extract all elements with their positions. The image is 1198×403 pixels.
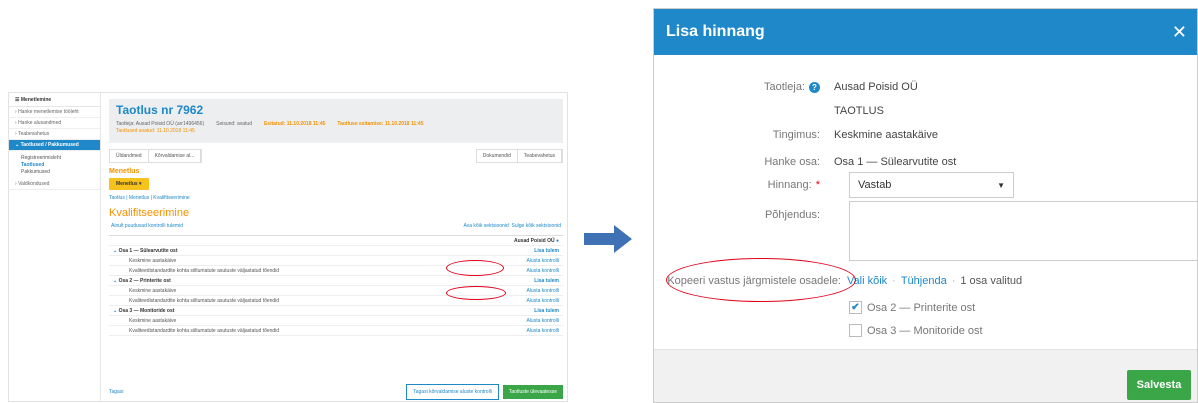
- add-rating-modal: Lisa hinnang ✕ Taotleja:? Ausad Poisid O…: [653, 8, 1198, 403]
- main-content: Taotlus nr 7962 Taotleja: Ausad Poisid O…: [109, 99, 563, 400]
- tab-documents[interactable]: Dokumendid: [477, 150, 518, 162]
- lot-value: Osa 1 — Sülearvutite ost: [834, 156, 957, 168]
- sidebar-subitem[interactable]: Registreerimisleht: [9, 154, 100, 161]
- company-header: Ausad Poisid OÜ ●: [109, 236, 563, 246]
- condition-row: Tingimus: Keskmine aastakäive: [654, 125, 1197, 145]
- application-header: Taotlus nr 7962 Taotleja: Ausad Poisid O…: [109, 99, 563, 143]
- tab-general[interactable]: Üldandmed: [110, 150, 149, 162]
- breadcrumb[interactable]: Taotlus | Menetlus | Kvalifitseerimine: [109, 195, 563, 201]
- section-tools: Ainult puuduvad kontrolli tulemid Ava kõ…: [109, 223, 563, 229]
- lot-label: Hanke osa:: [764, 156, 820, 168]
- qualification-heading: Kvalifitseerimine: [109, 207, 190, 219]
- procedure-dropdown-button[interactable]: Menetlus ▾: [109, 178, 149, 190]
- sidebar-header: ☰ Menetlemine: [9, 93, 100, 107]
- application-meta: Taotleja: Ausad Poisid OÜ (arr1496456) S…: [116, 121, 556, 127]
- type-row: TAOTLUS: [654, 101, 1197, 121]
- table-row: ⌄ Osa 1 — Sülearvutite ost Lisa tulem: [109, 246, 563, 256]
- meta-deadline: Taotluse esitamise: 11.10.2018 11:45: [337, 121, 424, 127]
- separator-dot: ·: [951, 275, 956, 287]
- collapse-all-link[interactable]: Sulge kõik sektsioonid: [512, 223, 561, 229]
- sidebar-item[interactable]: › Valdkondused: [9, 179, 100, 190]
- to-overview-button[interactable]: Taotluste ülevaatesse: [502, 385, 563, 399]
- footer-actions: Tagasi Tagasi kõrvaldamise aluste kontro…: [109, 384, 563, 400]
- highlight-oval: [446, 286, 506, 300]
- meta-submitted: Esitatud: 11.10.2018 11:45: [263, 121, 326, 127]
- start-check-link[interactable]: Alusta kontrolli: [526, 268, 559, 274]
- lot-3-checkbox[interactable]: Osa 3 — Monitoride ost: [849, 324, 983, 337]
- only-missing-link[interactable]: Ainult puuduvad kontrolli tulemid: [111, 223, 183, 229]
- lot-2-label: Osa 2 — Printerite ost: [867, 301, 976, 314]
- start-check-link[interactable]: Alusta kontrolli: [526, 298, 559, 304]
- start-check-link[interactable]: Alusta kontrolli: [526, 318, 559, 324]
- meta-applicant: Taotleja: Ausad Poisid OÜ (arr1496456): [116, 121, 205, 127]
- rating-select[interactable]: Vastab ▼: [849, 172, 1014, 198]
- start-check-link[interactable]: Alusta kontrolli: [526, 328, 559, 334]
- table-row: Kvaliteedistandardite kohta siiltumatute…: [109, 326, 563, 336]
- start-check-link[interactable]: Alusta kontrolli: [526, 258, 559, 264]
- clear-link[interactable]: Tühjenda: [901, 275, 947, 287]
- checkbox-checked-icon[interactable]: ✔: [849, 301, 862, 314]
- sidebar-subitem-selected[interactable]: Taotlused: [9, 161, 100, 168]
- condition-label: Tingimus:: [772, 129, 820, 141]
- reason-textarea[interactable]: [849, 201, 1197, 261]
- sidebar: ☰ Menetlemine › Hanke menetlemise tööleh…: [9, 93, 101, 401]
- reason-label: Põhjendus:: [764, 209, 820, 221]
- sidebar-header-label: Menetlemine: [20, 96, 52, 103]
- separator-dot: ·: [892, 275, 896, 287]
- tab-exclusion[interactable]: Kõrvaldamise al...: [149, 150, 202, 162]
- meta-opened: Taotlused avatud: 11.10.2018 11:45: [116, 128, 195, 134]
- sidebar-item[interactable]: › Hanke menetlemise tööleht: [9, 107, 100, 118]
- applicant-value: Ausad Poisid OÜ: [834, 81, 918, 93]
- add-result-link[interactable]: Lisa tulem: [534, 248, 559, 254]
- close-icon[interactable]: ✕: [1172, 22, 1187, 43]
- table-row: ⌄ Osa 2 — Printerite ost Lisa tulem: [109, 276, 563, 286]
- info-icon: ●: [554, 237, 559, 244]
- applicant-row: Taotleja:? Ausad Poisid OÜ: [654, 77, 1197, 97]
- modal-header: Lisa hinnang ✕: [654, 9, 1197, 55]
- modal-title: Lisa hinnang: [666, 23, 765, 40]
- sidebar-item-active[interactable]: ⌄ Taotlused / Pakkumused: [9, 140, 100, 151]
- rating-select-value: Vastab: [858, 179, 892, 191]
- table-row: Keskmine aastakäive Alusta kontrolli: [109, 316, 563, 326]
- section-title: Menetlus: [109, 168, 140, 175]
- lot-row: Hanke osa: Osa 1 — Sülearvutite ost: [654, 152, 1197, 172]
- back-link[interactable]: Tagasi: [109, 389, 123, 395]
- save-button[interactable]: Salvesta: [1127, 370, 1191, 400]
- lot-3-label: Osa 3 — Monitoride ost: [867, 324, 983, 337]
- type-value: TAOTLUS: [834, 105, 884, 117]
- caret-down-icon: ▼: [997, 180, 1005, 190]
- highlight-oval: [666, 258, 856, 302]
- tab-communication[interactable]: Teabevahetus: [518, 150, 562, 162]
- modal-body: Taotleja:? Ausad Poisid OÜ TAOTLUS Tingi…: [654, 55, 1197, 349]
- sidebar-subitem[interactable]: Pakkumused: [9, 168, 100, 175]
- page-title: Taotlus nr 7962: [116, 103, 204, 117]
- tab-bar: Üldandmed Kõrvaldamise al... Dokumendid …: [109, 149, 563, 163]
- sidebar-item[interactable]: › Hanke alusandmed: [9, 118, 100, 129]
- lot-2-checkbox[interactable]: ✔ Osa 2 — Printerite ost: [849, 301, 975, 314]
- checkbox-unchecked-icon[interactable]: [849, 324, 862, 337]
- start-check-link[interactable]: Alusta kontrolli: [526, 288, 559, 294]
- applicant-label: Taotleja:: [764, 81, 805, 93]
- condition-value: Keskmine aastakäive: [834, 129, 938, 141]
- left-screenshot: ☰ Menetlemine › Hanke menetlemise tööleh…: [8, 92, 568, 402]
- modal-footer: Salvesta: [654, 349, 1197, 402]
- back-to-exclusion-button[interactable]: Tagasi kõrvaldamise aluste kontrolli: [406, 384, 499, 400]
- expand-all-link[interactable]: Ava kõik sektsioonid: [464, 223, 509, 229]
- add-result-link[interactable]: Lisa tulem: [534, 278, 559, 284]
- arrow-right-icon: [584, 225, 632, 253]
- rating-label: Hinnang:: [767, 179, 812, 191]
- add-result-link[interactable]: Lisa tulem: [534, 308, 559, 314]
- table-row: ⌄ Osa 3 — Monitoride ost Lisa tulem: [109, 306, 563, 316]
- slide: ☰ Menetlemine › Hanke menetlemise tööleh…: [0, 0, 1198, 403]
- selected-count: 1 osa valitud: [960, 275, 1023, 287]
- highlight-oval: [446, 260, 504, 276]
- sidebar-item[interactable]: › Teabevahetus: [9, 129, 100, 140]
- meta-state: Seisund: avatud: [216, 121, 252, 127]
- help-icon[interactable]: ?: [809, 82, 820, 93]
- required-asterisk: *: [815, 179, 820, 191]
